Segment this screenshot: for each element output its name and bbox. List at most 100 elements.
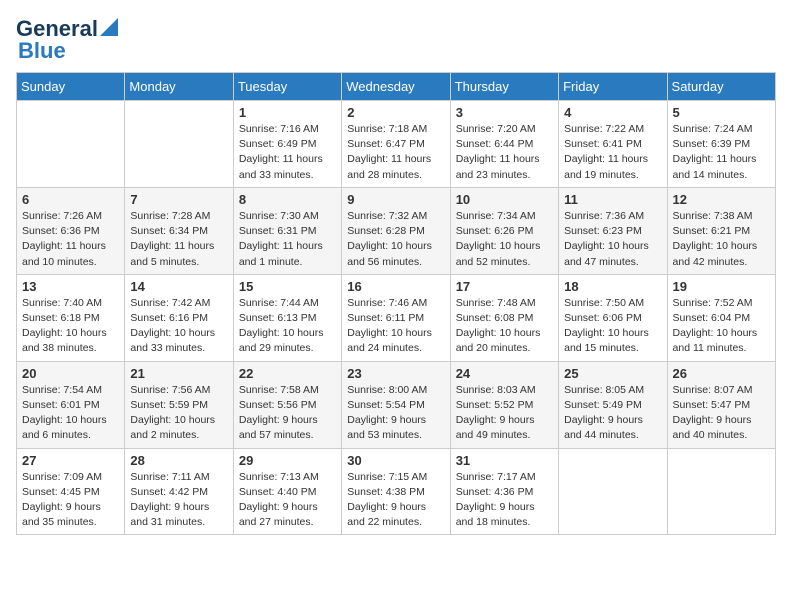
day-info: Sunrise: 7:32 AMSunset: 6:28 PMDaylight:…	[347, 209, 444, 270]
calendar-cell: 16 Sunrise: 7:46 AMSunset: 6:11 PMDayligh…	[342, 274, 450, 361]
day-number: 1	[239, 105, 336, 120]
day-info: Sunrise: 7:28 AMSunset: 6:34 PMDaylight:…	[130, 209, 227, 270]
day-number: 23	[347, 366, 444, 381]
day-number: 3	[456, 105, 553, 120]
day-number: 31	[456, 453, 553, 468]
calendar-cell: 24 Sunrise: 8:03 AMSunset: 5:52 PMDayligh…	[450, 361, 558, 448]
calendar-cell: 12Sunrise: 7:38 AMSunset: 6:21 PMDayligh…	[667, 187, 775, 274]
calendar-cell: 21Sunrise: 7:56 AMSunset: 5:59 PMDayligh…	[125, 361, 233, 448]
day-info: Sunrise: 7:09 AMSunset: 4:45 PMDaylight:…	[22, 470, 119, 531]
calendar-week-2: 6Sunrise: 7:26 AMSunset: 6:36 PMDaylight…	[17, 187, 776, 274]
day-number: 28	[130, 453, 227, 468]
day-number: 15	[239, 279, 336, 294]
day-info: Sunrise: 7:50 AMSunset: 6:06 PMDaylight:…	[564, 296, 661, 357]
day-number: 25	[564, 366, 661, 381]
day-info: Sunrise: 7:34 AMSunset: 6:26 PMDaylight:…	[456, 209, 553, 270]
calendar-cell: 22 Sunrise: 7:58 AMSunset: 5:56 PMDayligh…	[233, 361, 341, 448]
calendar-cell: 10 Sunrise: 7:34 AMSunset: 6:26 PMDayligh…	[450, 187, 558, 274]
header-day-monday: Monday	[125, 73, 233, 101]
calendar-cell: 7Sunrise: 7:28 AMSunset: 6:34 PMDaylight…	[125, 187, 233, 274]
calendar-cell: 18 Sunrise: 7:50 AMSunset: 6:06 PMDayligh…	[559, 274, 667, 361]
calendar-cell: 29 Sunrise: 7:13 AMSunset: 4:40 PMDayligh…	[233, 448, 341, 535]
calendar-cell	[559, 448, 667, 535]
calendar-cell: 20 Sunrise: 7:54 AMSunset: 6:01 PMDayligh…	[17, 361, 125, 448]
day-number: 10	[456, 192, 553, 207]
day-info: Sunrise: 7:52 AMSunset: 6:04 PMDaylight:…	[673, 296, 770, 357]
calendar-cell: 17 Sunrise: 7:48 AMSunset: 6:08 PMDayligh…	[450, 274, 558, 361]
calendar-header-row: SundayMondayTuesdayWednesdayThursdayFrid…	[17, 73, 776, 101]
calendar-cell: 5 Sunrise: 7:24 AMSunset: 6:39 PMDaylight…	[667, 101, 775, 188]
day-number: 30	[347, 453, 444, 468]
day-info: Sunrise: 7:46 AMSunset: 6:11 PMDaylight:…	[347, 296, 444, 357]
day-number: 18	[564, 279, 661, 294]
day-info: Sunrise: 7:13 AMSunset: 4:40 PMDaylight:…	[239, 470, 336, 531]
day-number: 24	[456, 366, 553, 381]
calendar-cell: 30 Sunrise: 7:15 AMSunset: 4:38 PMDayligh…	[342, 448, 450, 535]
day-info: Sunrise: 7:48 AMSunset: 6:08 PMDaylight:…	[456, 296, 553, 357]
calendar-table: SundayMondayTuesdayWednesdayThursdayFrid…	[16, 72, 776, 535]
calendar-cell: 13 Sunrise: 7:40 AMSunset: 6:18 PMDayligh…	[17, 274, 125, 361]
calendar-cell	[667, 448, 775, 535]
day-info: Sunrise: 8:07 AMSunset: 5:47 PMDaylight:…	[673, 383, 770, 444]
day-info: Sunrise: 7:11 AMSunset: 4:42 PMDaylight:…	[130, 470, 227, 531]
calendar-cell: 1 Sunrise: 7:16 AMSunset: 6:49 PMDaylight…	[233, 101, 341, 188]
day-info: Sunrise: 7:20 AMSunset: 6:44 PMDaylight:…	[456, 122, 553, 183]
day-number: 20	[22, 366, 119, 381]
calendar-cell: 8 Sunrise: 7:30 AMSunset: 6:31 PMDaylight…	[233, 187, 341, 274]
calendar-week-5: 27Sunrise: 7:09 AMSunset: 4:45 PMDayligh…	[17, 448, 776, 535]
calendar-week-1: 1 Sunrise: 7:16 AMSunset: 6:49 PMDaylight…	[17, 101, 776, 188]
day-info: Sunrise: 7:58 AMSunset: 5:56 PMDaylight:…	[239, 383, 336, 444]
day-info: Sunrise: 7:22 AMSunset: 6:41 PMDaylight:…	[564, 122, 661, 183]
day-number: 22	[239, 366, 336, 381]
calendar-week-4: 20 Sunrise: 7:54 AMSunset: 6:01 PMDayligh…	[17, 361, 776, 448]
day-number: 8	[239, 192, 336, 207]
day-info: Sunrise: 7:44 AMSunset: 6:13 PMDaylight:…	[239, 296, 336, 357]
calendar-cell: 6Sunrise: 7:26 AMSunset: 6:36 PMDaylight…	[17, 187, 125, 274]
day-number: 21	[130, 366, 227, 381]
calendar-cell: 23 Sunrise: 8:00 AMSunset: 5:54 PMDayligh…	[342, 361, 450, 448]
day-number: 19	[673, 279, 770, 294]
day-number: 9	[347, 192, 444, 207]
day-number: 16	[347, 279, 444, 294]
day-info: Sunrise: 7:40 AMSunset: 6:18 PMDaylight:…	[22, 296, 119, 357]
day-number: 11	[564, 192, 661, 207]
calendar-cell	[17, 101, 125, 188]
header-day-sunday: Sunday	[17, 73, 125, 101]
logo-blue: Blue	[18, 38, 66, 64]
calendar-cell	[125, 101, 233, 188]
calendar-cell: 19 Sunrise: 7:52 AMSunset: 6:04 PMDayligh…	[667, 274, 775, 361]
day-number: 4	[564, 105, 661, 120]
calendar-cell: 3 Sunrise: 7:20 AMSunset: 6:44 PMDaylight…	[450, 101, 558, 188]
day-number: 26	[673, 366, 770, 381]
logo-arrow-icon	[100, 18, 118, 36]
day-info: Sunrise: 7:54 AMSunset: 6:01 PMDaylight:…	[22, 383, 119, 444]
day-number: 14	[130, 279, 227, 294]
day-info: Sunrise: 7:15 AMSunset: 4:38 PMDaylight:…	[347, 470, 444, 531]
calendar-cell: 9 Sunrise: 7:32 AMSunset: 6:28 PMDaylight…	[342, 187, 450, 274]
calendar-body: 1 Sunrise: 7:16 AMSunset: 6:49 PMDaylight…	[17, 101, 776, 535]
day-number: 17	[456, 279, 553, 294]
header-day-saturday: Saturday	[667, 73, 775, 101]
day-info: Sunrise: 8:05 AMSunset: 5:49 PMDaylight:…	[564, 383, 661, 444]
day-info: Sunrise: 8:00 AMSunset: 5:54 PMDaylight:…	[347, 383, 444, 444]
calendar-cell: 31 Sunrise: 7:17 AMSunset: 4:36 PMDayligh…	[450, 448, 558, 535]
day-info: Sunrise: 7:17 AMSunset: 4:36 PMDaylight:…	[456, 470, 553, 531]
day-info: Sunrise: 7:16 AMSunset: 6:49 PMDaylight:…	[239, 122, 336, 183]
day-info: Sunrise: 7:30 AMSunset: 6:31 PMDaylight:…	[239, 209, 336, 270]
day-info: Sunrise: 8:03 AMSunset: 5:52 PMDaylight:…	[456, 383, 553, 444]
day-number: 6	[22, 192, 119, 207]
day-number: 5	[673, 105, 770, 120]
day-info: Sunrise: 7:36 AMSunset: 6:23 PMDaylight:…	[564, 209, 661, 270]
calendar-cell: 25 Sunrise: 8:05 AMSunset: 5:49 PMDayligh…	[559, 361, 667, 448]
day-number: 29	[239, 453, 336, 468]
day-number: 13	[22, 279, 119, 294]
calendar-cell: 4 Sunrise: 7:22 AMSunset: 6:41 PMDaylight…	[559, 101, 667, 188]
calendar-cell: 11 Sunrise: 7:36 AMSunset: 6:23 PMDayligh…	[559, 187, 667, 274]
day-info: Sunrise: 7:24 AMSunset: 6:39 PMDaylight:…	[673, 122, 770, 183]
calendar-week-3: 13 Sunrise: 7:40 AMSunset: 6:18 PMDayligh…	[17, 274, 776, 361]
day-info: Sunrise: 7:18 AMSunset: 6:47 PMDaylight:…	[347, 122, 444, 183]
header-day-thursday: Thursday	[450, 73, 558, 101]
calendar-cell: 28 Sunrise: 7:11 AMSunset: 4:42 PMDayligh…	[125, 448, 233, 535]
calendar-cell: 15 Sunrise: 7:44 AMSunset: 6:13 PMDayligh…	[233, 274, 341, 361]
day-number: 2	[347, 105, 444, 120]
